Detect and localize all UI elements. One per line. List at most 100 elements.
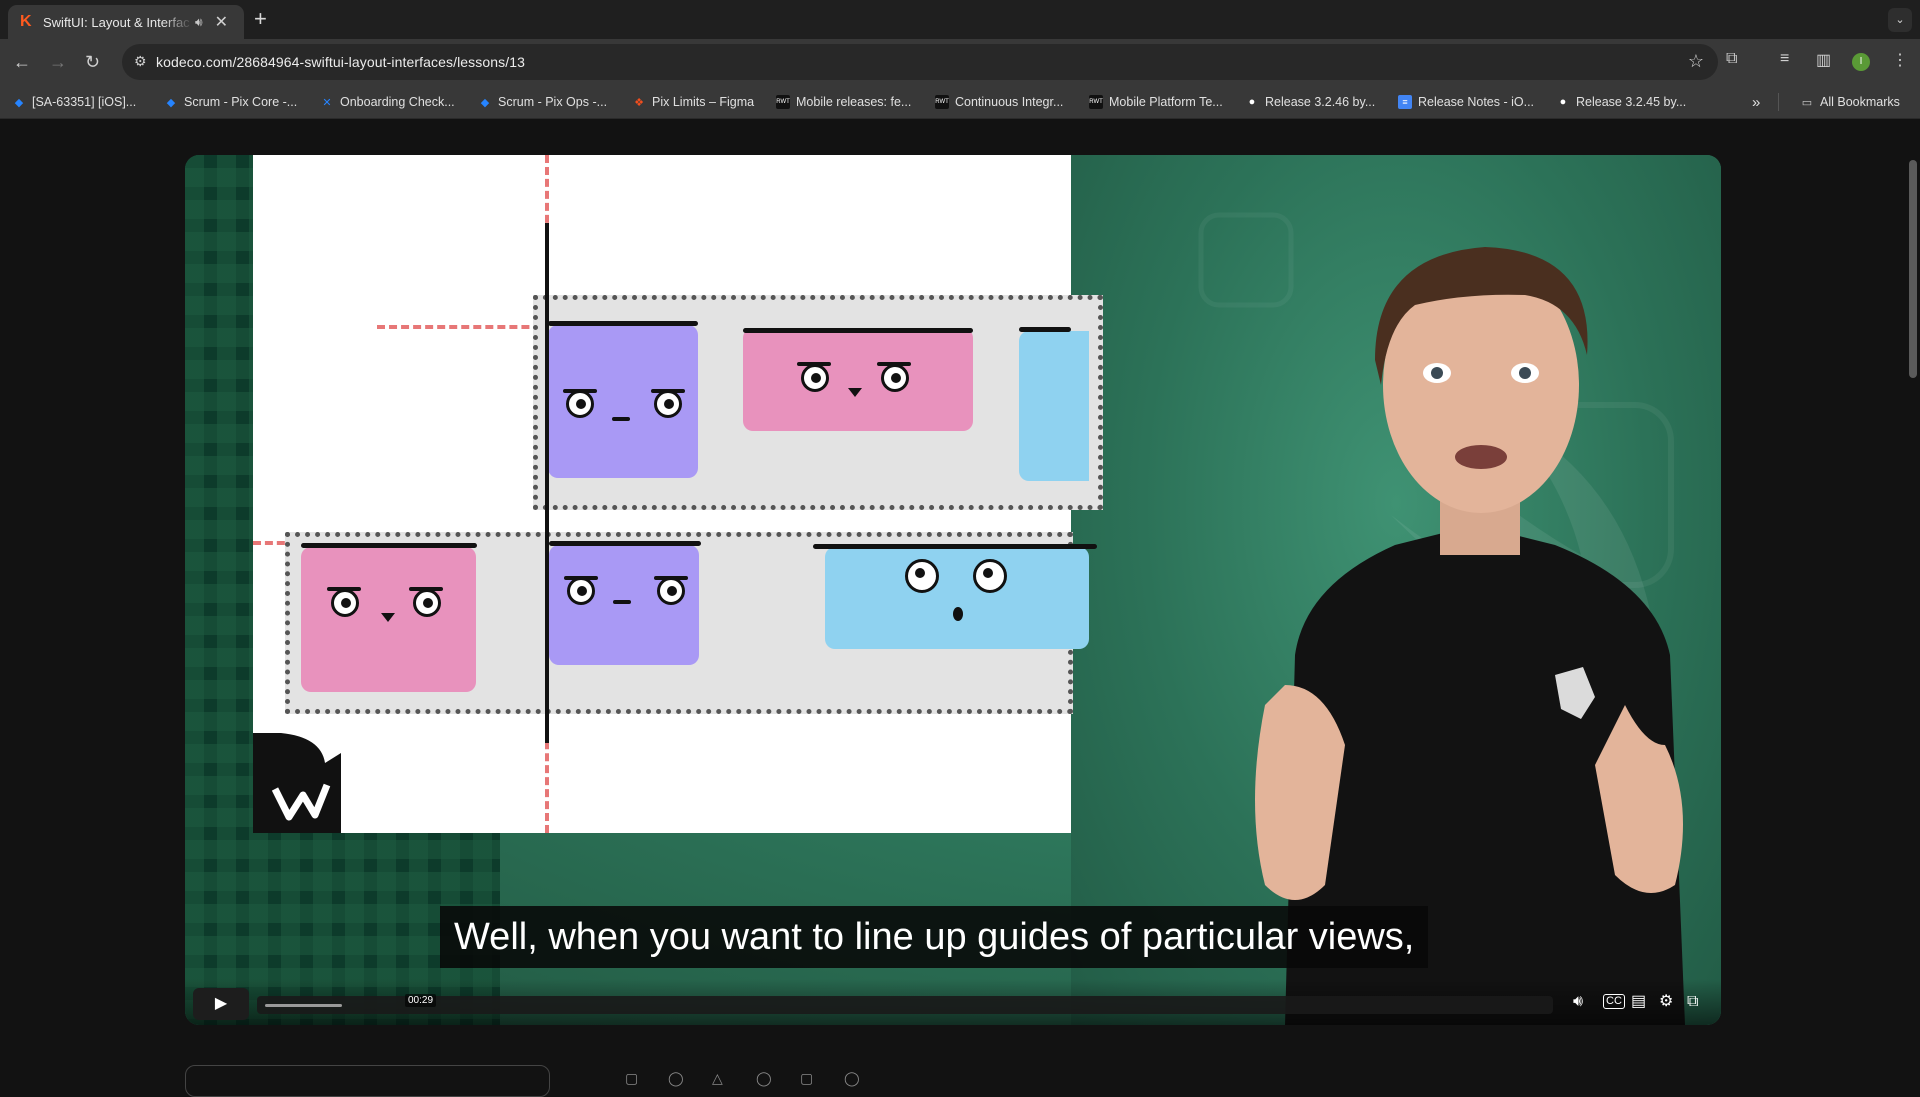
bookmark-item[interactable]: ● Release 3.2.46 by... bbox=[1245, 93, 1376, 111]
pink-block-character bbox=[301, 547, 476, 692]
close-icon[interactable]: ✕ bbox=[215, 12, 228, 32]
video-controls-bar: ▶ 00:29 🔊︎ CC ▤ ⚙︎ ⧉ bbox=[185, 979, 1721, 1025]
eye-icon bbox=[801, 364, 829, 392]
eye-icon bbox=[654, 390, 682, 418]
top-edge-line bbox=[1019, 327, 1071, 332]
notes-icon[interactable]: ▢ bbox=[800, 1070, 813, 1087]
bookmark-item[interactable]: RWT Mobile Platform Te... bbox=[1089, 93, 1223, 111]
bookmark-item[interactable]: ◆ Scrum - Pix Core -... bbox=[164, 93, 297, 111]
pink-block-character bbox=[743, 328, 973, 431]
top-edge-line bbox=[743, 328, 973, 333]
tab-title: SwiftUI: Layout & Interfac bbox=[43, 14, 190, 30]
download-icon[interactable]: ◯ bbox=[668, 1070, 684, 1087]
all-bookmarks-label: All Bookmarks bbox=[1820, 95, 1900, 109]
eye-icon bbox=[881, 364, 909, 392]
profile-avatar[interactable]: I bbox=[1852, 53, 1870, 71]
page-scrollbar[interactable] bbox=[1909, 160, 1917, 378]
bookmark-item[interactable]: RWT Mobile releases: fe... bbox=[776, 93, 911, 111]
new-tab-plus-icon[interactable]: + bbox=[254, 8, 267, 30]
bookmark-label: Onboarding Check... bbox=[340, 95, 455, 109]
bookmark-item[interactable]: ● Release 3.2.45 by... bbox=[1556, 93, 1687, 111]
presenter-figure bbox=[1255, 247, 1685, 1025]
progress-fill bbox=[265, 1004, 342, 1007]
top-edge-line bbox=[813, 544, 1097, 549]
app-icon: RWT bbox=[776, 95, 790, 109]
side-panel-icon[interactable]: ▥ bbox=[1816, 50, 1831, 70]
mouth bbox=[381, 613, 395, 622]
docs-icon: ≡ bbox=[1398, 95, 1412, 109]
top-edge-line bbox=[301, 543, 477, 548]
eyelid bbox=[327, 587, 361, 591]
figma-icon: ❖ bbox=[634, 96, 644, 109]
bookmark-label: Scrum - Pix Ops -... bbox=[498, 95, 608, 109]
confluence-icon: ✕ bbox=[322, 96, 332, 109]
eyelid bbox=[563, 389, 597, 393]
eye-icon bbox=[657, 577, 685, 605]
alignment-axis-line bbox=[545, 223, 549, 743]
address-bar[interactable]: ⚙︎ kodeco.com/28684964-swiftui-layout-in… bbox=[122, 44, 1718, 80]
play-icon: ▶ bbox=[214, 995, 228, 1012]
play-button[interactable]: ▶ bbox=[193, 988, 249, 1020]
bookmark-item[interactable]: ✕ Onboarding Check... bbox=[320, 93, 455, 111]
settings-gear-icon[interactable]: ⚙︎ bbox=[1659, 993, 1673, 1011]
info-icon[interactable]: ◯ bbox=[756, 1070, 772, 1087]
eyelid bbox=[654, 576, 688, 580]
bookmark-label: Scrum - Pix Core -... bbox=[184, 95, 298, 109]
purple-block-character bbox=[548, 325, 698, 478]
lesson-list-card[interactable] bbox=[185, 1065, 550, 1097]
eyelid bbox=[877, 362, 911, 366]
bookmark-label: Pix Limits – Figma bbox=[652, 95, 755, 109]
jira-icon: ◆ bbox=[166, 96, 176, 109]
speaker-icon[interactable]: 🔊︎ bbox=[195, 15, 203, 30]
github-icon: ● bbox=[1559, 96, 1567, 108]
top-edge-line bbox=[548, 321, 698, 326]
bookmark-item[interactable]: ≡ Release Notes - iO... bbox=[1398, 93, 1534, 111]
media-controls-icon[interactable]: ≡ bbox=[1780, 50, 1789, 68]
site-info-icon[interactable]: ⚙︎ bbox=[134, 53, 147, 70]
browser-tab-active[interactable]: K SwiftUI: Layout & Interfac 🔊︎ ✕ bbox=[8, 5, 244, 39]
eyelid bbox=[651, 389, 685, 393]
hover-time-tooltip: 00:29 bbox=[405, 994, 437, 1007]
extensions-puzzle-icon[interactable]: ⧉ bbox=[1726, 50, 1737, 68]
bookmarks-overflow-button[interactable]: » bbox=[1752, 93, 1760, 111]
alignment-diagram bbox=[253, 155, 1103, 833]
closed-captions-icon[interactable]: CC bbox=[1603, 994, 1625, 1009]
help-icon[interactable]: ◯ bbox=[844, 1070, 860, 1087]
share-icon[interactable]: △ bbox=[712, 1070, 723, 1087]
reload-icon[interactable]: ↻ bbox=[85, 51, 100, 73]
tab-search-chevron-icon[interactable]: ⌄ bbox=[1888, 8, 1912, 32]
eye-icon bbox=[413, 589, 441, 617]
url-text[interactable]: kodeco.com/28684964-swiftui-layout-inter… bbox=[156, 54, 525, 70]
all-bookmarks-button[interactable]: ▭ All Bookmarks bbox=[1800, 93, 1900, 111]
top-edge-line bbox=[549, 541, 701, 546]
github-icon: ● bbox=[1248, 96, 1256, 108]
folder-icon: ▭ bbox=[1801, 96, 1813, 109]
eye-icon bbox=[331, 589, 359, 617]
picture-in-picture-icon[interactable]: ⧉ bbox=[1687, 993, 1698, 1011]
forward-arrow-icon[interactable]: → bbox=[49, 51, 67, 73]
volume-icon[interactable]: 🔊︎ bbox=[1573, 993, 1583, 1011]
kebab-menu-icon[interactable]: ⋮ bbox=[1892, 50, 1908, 70]
eyelid bbox=[564, 576, 598, 580]
bookmark-item[interactable]: ❖ Pix Limits – Figma bbox=[632, 93, 754, 111]
video-player[interactable]: Well, when you want to line up guides of… bbox=[185, 155, 1721, 1025]
mouth bbox=[848, 388, 862, 397]
bookmark-icon[interactable]: ▢ bbox=[625, 1070, 638, 1087]
bookmark-label: Release 3.2.45 by... bbox=[1576, 95, 1687, 109]
bookmark-item[interactable]: RWT Continuous Integr... bbox=[935, 93, 1063, 111]
back-arrow-icon[interactable]: ← bbox=[13, 51, 31, 73]
kodeco-k-icon: K bbox=[20, 13, 32, 30]
app-icon: RWT bbox=[1089, 95, 1103, 109]
bookmark-label: [SA-63351] [iOS]... bbox=[32, 95, 137, 109]
transcript-icon[interactable]: ▤ bbox=[1631, 993, 1646, 1011]
mouth bbox=[612, 417, 630, 421]
bookmark-star-icon[interactable]: ☆ bbox=[1688, 51, 1704, 72]
bookmark-item[interactable]: ◆ Scrum - Pix Ops -... bbox=[478, 93, 607, 111]
bookmark-item[interactable]: ◆ [SA-63351] [iOS]... bbox=[12, 93, 136, 111]
bookmark-label: Mobile Platform Te... bbox=[1109, 95, 1223, 109]
eye-icon bbox=[973, 559, 1007, 593]
bookmark-label: Release 3.2.46 by... bbox=[1265, 95, 1376, 109]
eyelid bbox=[797, 362, 831, 366]
mouth bbox=[613, 600, 631, 604]
progress-track[interactable]: 00:29 bbox=[257, 994, 1553, 1014]
